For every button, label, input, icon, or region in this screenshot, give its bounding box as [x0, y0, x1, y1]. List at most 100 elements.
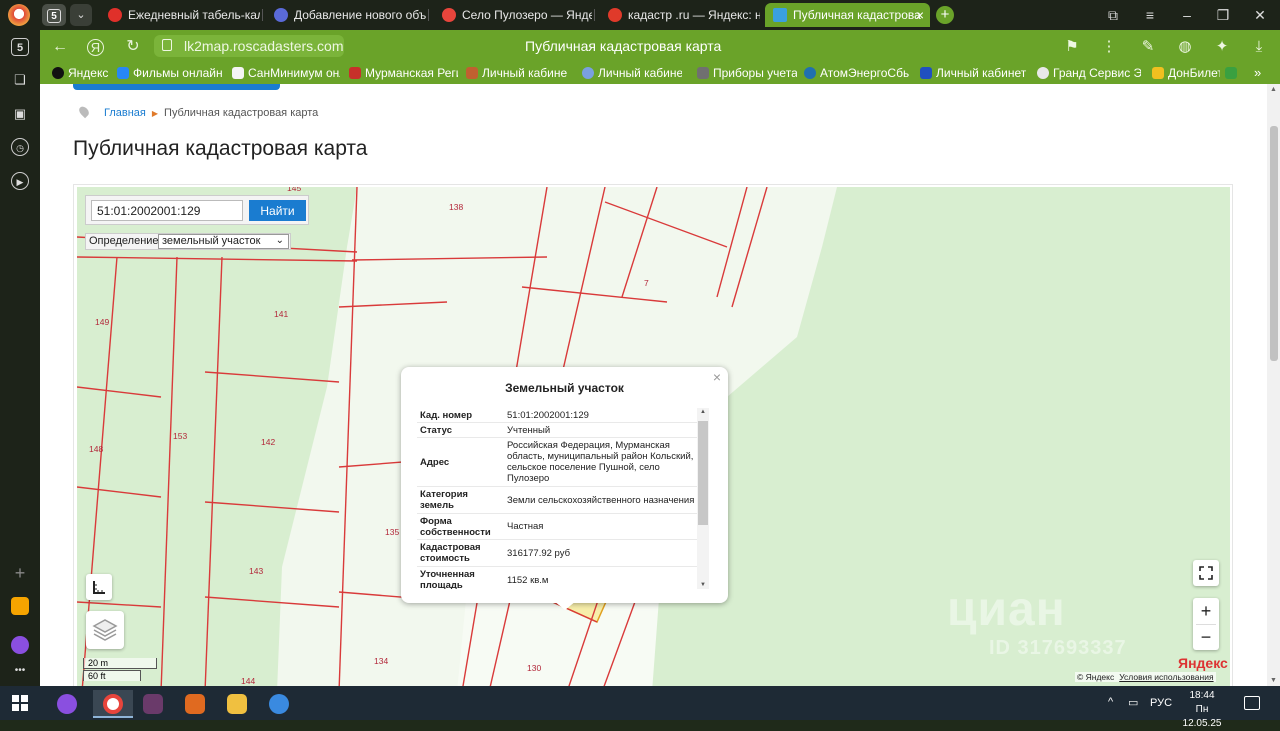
bookmark-6[interactable]: Приборы учета — [697, 65, 797, 81]
close-window-icon[interactable]: ✕ — [1250, 5, 1270, 25]
bookmark-5[interactable]: Личный кабинет — [582, 65, 682, 81]
bookmark-9[interactable]: Гранд Сервис Эко — [1037, 65, 1141, 81]
taskbar-app-3[interactable] — [133, 690, 173, 718]
sidebar-add-icon[interactable]: + — [11, 564, 29, 582]
scroll-up-icon[interactable]: ▲ — [1270, 86, 1277, 93]
bookmark-1[interactable]: Фильмы онлайн — [117, 65, 225, 81]
windows-start-icon[interactable] — [12, 695, 28, 711]
bookmark-site-icon — [1037, 67, 1049, 79]
bookmark-8[interactable]: Личный кабинет — [920, 65, 1028, 81]
zoom-in-button[interactable]: + — [1193, 598, 1219, 624]
sidebar-tabs-icon[interactable]: 5 — [11, 38, 29, 56]
bookmark-0[interactable]: Яндекс — [52, 65, 114, 81]
cadastral-map[interactable]: 138 149 141 153 142 148 135 143 134 130 … — [77, 187, 1230, 686]
tray-chevron-icon[interactable]: ^ — [1108, 696, 1113, 708]
definition-panel: Определение: земельный участок ⌄ — [85, 233, 291, 250]
tabs-menu-chevron-icon[interactable]: ⌄ — [70, 4, 92, 26]
scale-bar-metric: 20 m — [83, 658, 157, 669]
attr-key: Категория земель — [420, 489, 468, 511]
taskbar-yandex-browser[interactable] — [93, 690, 133, 718]
battery-icon[interactable]: ▭ — [1128, 696, 1138, 709]
extensions-icon[interactable]: ✦ — [1212, 37, 1232, 57]
zoom-out-button[interactable]: − — [1193, 624, 1219, 650]
bookmark-icon[interactable]: ⚑ — [1062, 37, 1082, 57]
bookmark-7[interactable]: АтомЭнергоСбыт — [804, 65, 909, 81]
app-icon — [269, 694, 289, 714]
fullscreen-button[interactable] — [1193, 560, 1219, 586]
bookmark-extra-icon[interactable] — [1225, 65, 1239, 81]
terms-link[interactable]: Условия использования — [1119, 672, 1213, 682]
tab-2[interactable]: Село Пулозеро — Яндекс — [434, 3, 592, 27]
reload-icon[interactable]: ↻ — [123, 37, 143, 57]
yandex-logo-icon[interactable]: Я — [87, 39, 104, 56]
layers-button[interactable] — [86, 611, 124, 649]
minimize-icon[interactable]: – — [1177, 5, 1197, 25]
collections-icon[interactable]: ⧉ — [1103, 5, 1123, 25]
cadastral-number-input[interactable] — [91, 200, 243, 221]
scroll-down-icon[interactable]: ▼ — [700, 582, 706, 588]
browser-sidebar: 5 ❏ ▣ ◷ ▶ + ••• — [0, 30, 40, 686]
scroll-down-icon[interactable]: ▼ — [1270, 677, 1277, 684]
watermark-logo: циан — [947, 583, 1066, 636]
taskbar-alice-app[interactable] — [47, 690, 87, 718]
sidebar-bookmarks-icon[interactable]: ❏ — [11, 71, 29, 89]
scroll-thumb[interactable] — [698, 421, 708, 525]
plot-label: 149 — [95, 317, 110, 327]
back-arrow-icon[interactable]: ← — [50, 37, 70, 57]
sidebar-play-icon[interactable]: ▶ — [11, 172, 29, 190]
pen-icon[interactable]: ✎ — [1138, 37, 1158, 57]
bookmark-4[interactable]: Личный кабинет — [466, 65, 567, 81]
url-field[interactable]: lk2map.roscadasters.com — [154, 35, 344, 57]
sidebar-more-icon[interactable]: ••• — [11, 662, 29, 680]
ruler-button[interactable] — [86, 574, 112, 600]
popup-scrollbar[interactable]: ▲ ▼ — [697, 408, 709, 589]
bookmark-2[interactable]: СанМинимум онл — [232, 65, 340, 81]
sidebar-alice-icon[interactable] — [11, 636, 29, 654]
taskbar-app-4[interactable] — [175, 690, 215, 718]
taskbar-explorer[interactable] — [217, 690, 257, 718]
new-tab-plus-icon[interactable]: + — [936, 6, 954, 24]
more-options-icon[interactable]: ⋮ — [1099, 37, 1119, 57]
restore-icon[interactable]: ❐ — [1213, 5, 1233, 25]
yandex-browser-logo[interactable] — [8, 4, 30, 26]
sidebar-mail-icon[interactable] — [11, 597, 29, 615]
bookmarks-more-button[interactable]: » — [1254, 65, 1270, 81]
download-icon[interactable]: ⤓ — [1249, 37, 1269, 57]
notifications-icon[interactable] — [1244, 696, 1260, 710]
menu-icon[interactable]: ≡ — [1140, 5, 1160, 25]
plot-label: 7 — [644, 278, 649, 288]
tab-close-icon[interactable]: × — [916, 3, 924, 27]
tab-label: кадастр .ru — Яндекс: наш — [628, 8, 760, 22]
definition-select[interactable]: земельный участок ⌄ — [158, 234, 289, 249]
tab-label: Село Пулозеро — Яндекс — [462, 8, 592, 22]
bookmark-3[interactable]: Мурманская Реги — [349, 65, 458, 81]
popup-tail — [554, 601, 576, 610]
scroll-up-icon[interactable]: ▲ — [700, 409, 706, 415]
plot-label: 130 — [527, 663, 542, 673]
bookmark-label: Мурманская Реги — [365, 66, 458, 80]
find-button[interactable]: Найти — [249, 200, 306, 221]
vpn-globe-icon[interactable]: ◍ — [1175, 37, 1195, 57]
bookmark-10[interactable]: ДонБилет — [1152, 65, 1220, 81]
page-heading: Публичная кадастровая карта — [73, 137, 368, 160]
sidebar-screenshot-icon[interactable]: ▣ — [11, 105, 29, 123]
tab-0[interactable]: Ежедневный табель-кале — [100, 3, 260, 27]
breadcrumb-home-link[interactable]: Главная — [104, 107, 146, 119]
tab-3[interactable]: кадастр .ru — Яндекс: наш — [600, 3, 760, 27]
attr-key: Кад. номер — [420, 409, 473, 421]
search-panel: Найти — [85, 195, 309, 225]
bookmark-label: Личный кабинет — [482, 66, 567, 80]
tab-1[interactable]: Добавление нового объя — [266, 3, 426, 27]
alice-icon — [57, 694, 77, 714]
tab-active[interactable]: Публичная кадастрова × — [765, 3, 930, 27]
page-scrollbar[interactable]: ▲ ▼ — [1267, 84, 1280, 686]
clock[interactable]: 18:44 Пн 12.05.25 — [1178, 689, 1226, 731]
top-button[interactable] — [73, 84, 280, 90]
tab-count-button[interactable]: 5 — [42, 4, 66, 26]
sidebar-history-icon[interactable]: ◷ — [11, 138, 29, 156]
taskbar-app-6[interactable] — [259, 690, 299, 718]
tab-favicon-icon — [108, 8, 122, 22]
keyboard-language[interactable]: РУС — [1150, 697, 1172, 709]
plot-label: 144 — [241, 676, 256, 686]
scroll-thumb[interactable] — [1270, 126, 1278, 361]
